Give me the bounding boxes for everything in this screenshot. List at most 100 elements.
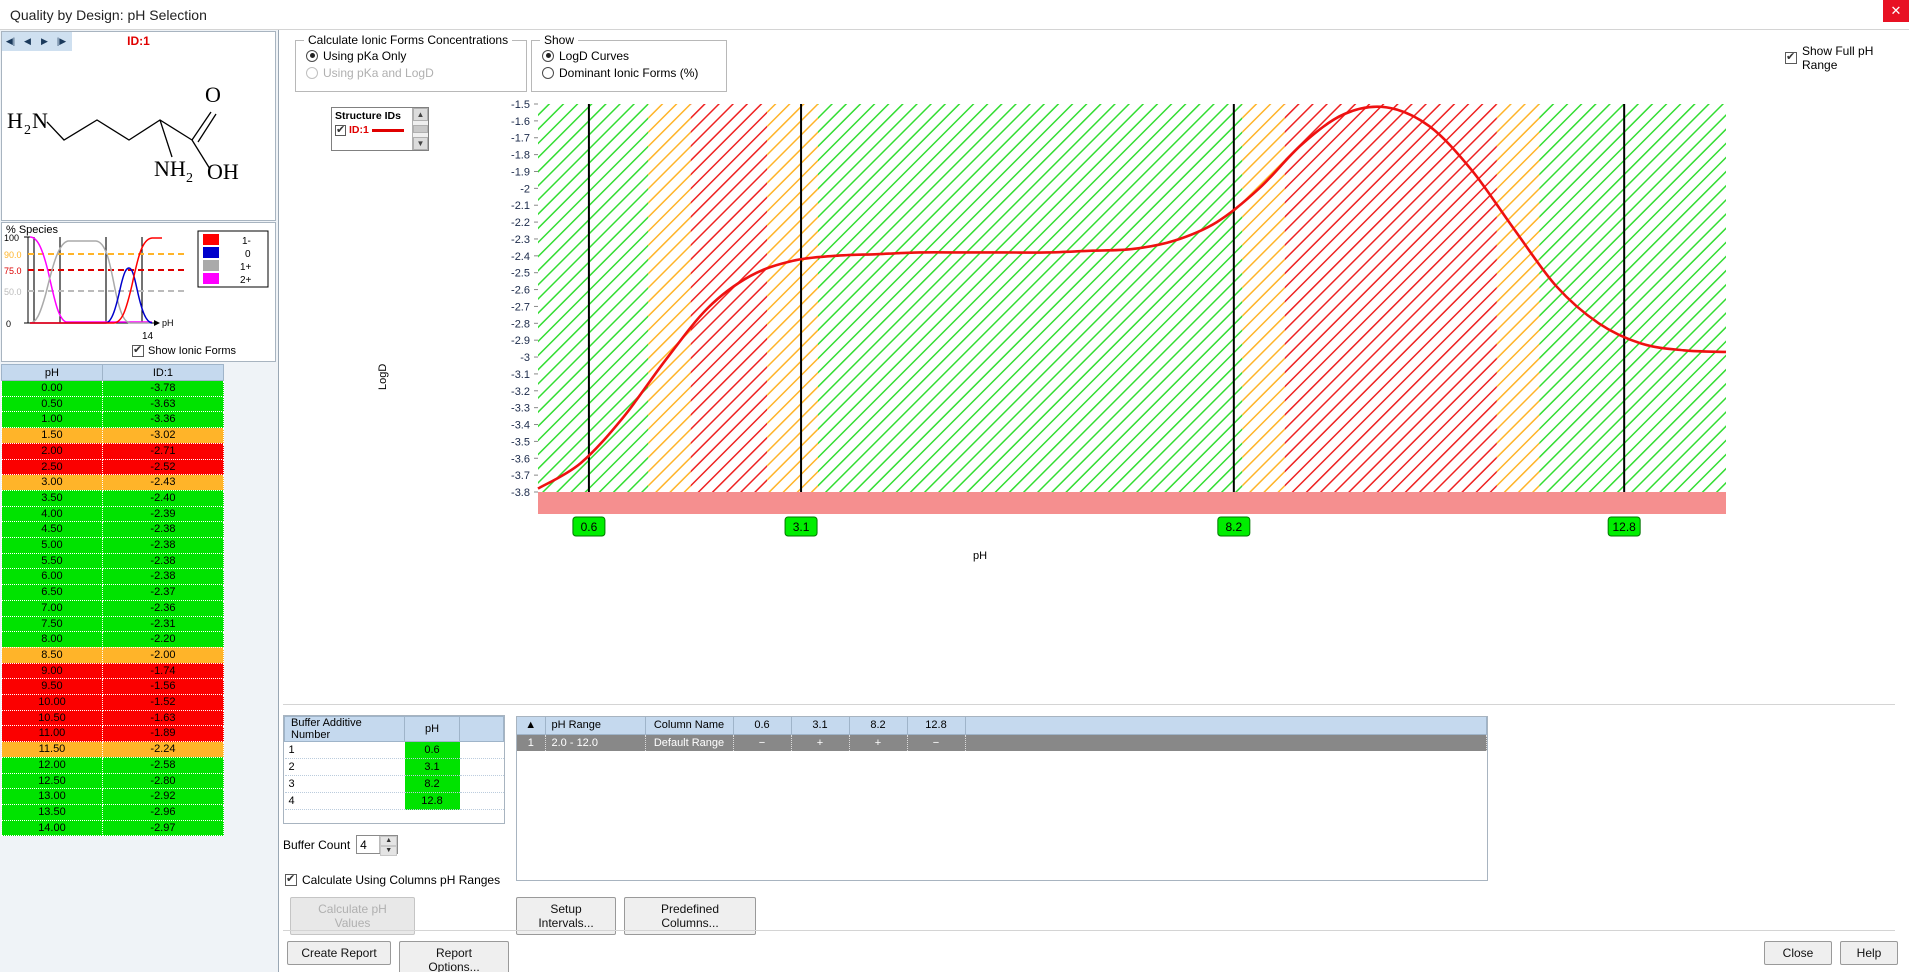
table-row[interactable]: 412.8 [285,793,504,810]
table-row[interactable]: 6.00-2.38 [2,569,224,585]
chart-legend-entry[interactable]: ID:1 [335,124,412,136]
range-row-buffer-1: − [733,734,791,751]
ph-cell: 6.50 [2,585,103,601]
table-row[interactable]: 13.00-2.92 [2,789,224,805]
chart-band-green [538,104,648,492]
table-row[interactable]: 12.50-2.80 [2,773,224,789]
help-button[interactable]: Help [1840,941,1898,965]
table-row[interactable]: 38.2 [285,776,504,793]
range-row-buffer-2: + [791,734,849,751]
buffer-count-stepper[interactable]: ▲ ▼ [356,835,398,854]
report-options-button[interactable]: Report Options... [399,941,509,972]
table-row[interactable]: 11.50-2.24 [2,742,224,758]
chart-y-tick-label: -3 [520,352,530,364]
ph-cell: 1.50 [2,428,103,444]
table-row[interactable]: 1 2.0 - 12.0 Default Range − + + − [517,734,1487,751]
radio-using-pka-only-icon[interactable] [306,50,318,62]
buffer-marker-chip[interactable]: 12.8 [1608,517,1640,536]
chart-y-tick-label: -3.2 [511,386,530,398]
show-ionic-forms-checkbox[interactable]: Show Ionic Forms [132,345,236,357]
svg-text:100: 100 [4,233,19,243]
radio-dominant-ionic-forms-icon[interactable] [542,67,554,79]
show-full-ph-range-checkbox[interactable]: Show Full pH Range [1785,44,1909,72]
table-row[interactable]: 1.50-3.02 [2,428,224,444]
table-row[interactable]: 1.00-3.36 [2,412,224,428]
buffer-marker-chip[interactable]: 3.1 [785,517,817,536]
scrollbar-thumb[interactable] [413,125,428,133]
table-row[interactable]: 10.6 [285,742,504,759]
scroll-down-icon[interactable]: ▼ [413,137,428,150]
table-row[interactable]: 8.00-2.20 [2,632,224,648]
chart-legend-scrollbar[interactable]: ▲ ▼ [412,108,428,150]
table-row[interactable]: 10.00-1.52 [2,695,224,711]
chart-y-tick-label: -2.6 [511,285,530,297]
table-row[interactable]: 8.50-2.00 [2,647,224,663]
table-row[interactable]: 7.00-2.36 [2,600,224,616]
table-row[interactable]: 12.00-2.58 [2,757,224,773]
radio-using-pka-and-logd-icon[interactable] [306,67,318,79]
ph-cell: 8.00 [2,632,103,648]
table-row[interactable]: 11.00-1.89 [2,726,224,742]
buffer-count-arrows[interactable]: ▲ ▼ [379,836,397,853]
ph-cell: 6.00 [2,569,103,585]
table-row[interactable]: 2.00-2.71 [2,443,224,459]
buffer-marker-chip[interactable]: 8.2 [1218,517,1250,536]
range-header-buffer-4[interactable]: 12.8 [907,717,965,734]
table-row[interactable]: 0.00-3.78 [2,381,224,397]
range-header-sort-icon[interactable]: ▲ [517,717,545,734]
chart-y-tick-label: -1.8 [511,150,530,162]
table-row[interactable]: 23.1 [285,759,504,776]
table-row[interactable]: 7.50-2.31 [2,616,224,632]
table-row[interactable]: 6.50-2.37 [2,585,224,601]
window-close-button[interactable]: ✕ [1883,0,1909,22]
chart-y-tick-label: -2.9 [511,335,530,347]
buffer-count-down-icon[interactable]: ▼ [380,846,397,856]
table-row[interactable]: 2.50-2.52 [2,459,224,475]
range-header-buffer-3[interactable]: 8.2 [849,717,907,734]
species-chart-plot: 100 90.0 75.0 50.0 0 pH 14 1- 0 1+ 2+ [2,223,277,345]
table-row[interactable]: 3.00-2.43 [2,475,224,491]
calculate-using-columns-check-icon[interactable] [285,874,297,886]
table-row[interactable]: 9.00-1.74 [2,663,224,679]
scroll-up-icon[interactable]: ▲ [413,108,428,121]
table-row[interactable]: 0.50-3.63 [2,396,224,412]
ph-cell: 2.00 [2,443,103,459]
ph-cell: 10.00 [2,695,103,711]
table-row[interactable]: 9.50-1.56 [2,679,224,695]
table-row[interactable]: 5.00-2.38 [2,538,224,554]
radio-using-pka-and-logd[interactable]: Using pKa and LogD [306,64,526,81]
radio-logd-curves[interactable]: LogD Curves [542,47,726,64]
chart-legend-check-icon[interactable] [335,125,346,136]
range-header-buffer-1[interactable]: 0.6 [733,717,791,734]
radio-using-pka-only[interactable]: Using pKa Only [306,47,526,64]
close-button[interactable]: Close [1764,941,1832,965]
logd-cell: -2.52 [102,459,223,475]
buffer-count-up-icon[interactable]: ▲ [380,836,397,846]
svg-text:1-: 1- [242,236,251,247]
show-full-ph-range-check-icon[interactable] [1785,52,1797,64]
table-row[interactable]: 13.50-2.96 [2,804,224,820]
ph-cell: 5.00 [2,538,103,554]
radio-logd-curves-icon[interactable] [542,50,554,62]
radio-dominant-ionic-forms-label: Dominant Ionic Forms (%) [559,66,698,80]
radio-dominant-ionic-forms[interactable]: Dominant Ionic Forms (%) [542,64,726,81]
show-ionic-forms-check-icon[interactable] [132,345,144,357]
buffer-number-cell: 1 [285,742,405,759]
table-row[interactable]: 14.00-2.97 [2,820,224,836]
chart-y-tick-label: -3.5 [511,436,530,448]
buffer-marker-chip[interactable]: 0.6 [573,517,605,536]
range-header-buffer-2[interactable]: 3.1 [791,717,849,734]
create-report-button[interactable]: Create Report [287,941,391,965]
svg-text:0.6: 0.6 [581,520,598,534]
table-row[interactable]: 4.00-2.39 [2,506,224,522]
chart-y-axis-title: LogD [377,364,389,390]
range-header-ph-range[interactable]: pH Range [545,717,645,734]
table-row[interactable]: 4.50-2.38 [2,522,224,538]
table-row[interactable]: 10.50-1.63 [2,710,224,726]
buffer-table-header-row: Buffer Additive Number pH [285,717,504,742]
calculate-using-columns-checkbox[interactable]: Calculate Using Columns pH Ranges [285,873,500,887]
range-header-column-name[interactable]: Column Name [645,717,733,734]
table-row[interactable]: 3.50-2.40 [2,490,224,506]
table-row[interactable]: 5.50-2.38 [2,553,224,569]
buffer-count-input[interactable] [357,836,379,853]
